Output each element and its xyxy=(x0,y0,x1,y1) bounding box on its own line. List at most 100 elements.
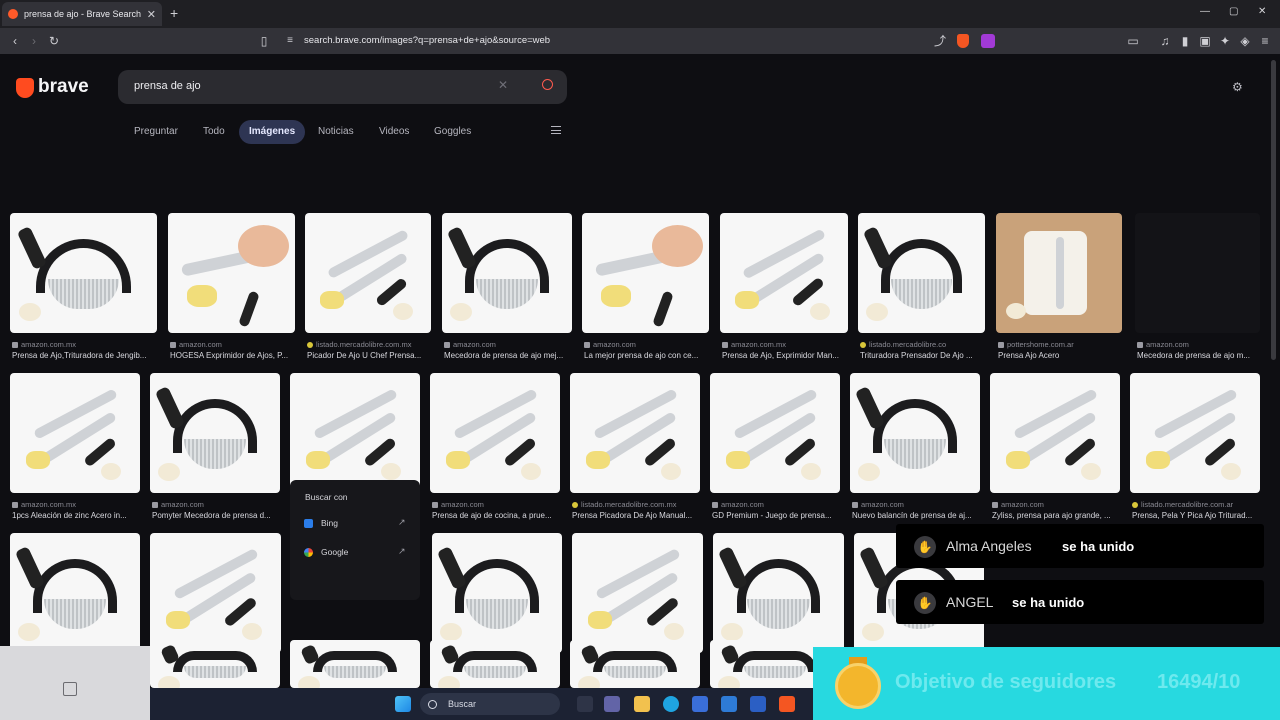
image-result[interactable]: amazon.com Mecedora de prensa de ajo mej.… xyxy=(442,213,572,363)
search-icon[interactable] xyxy=(542,79,553,90)
result-caption[interactable]: Pomyter Mecedora de prensa d... xyxy=(152,511,286,520)
tab-noticias[interactable]: Noticias xyxy=(318,120,354,144)
result-source[interactable]: listado.mercadolibre.com.mx xyxy=(307,340,411,349)
tab-imagenes[interactable]: Imágenes xyxy=(239,120,306,144)
result-thumbnail[interactable] xyxy=(432,533,562,653)
result-source[interactable]: amazon.com.mx xyxy=(12,500,76,509)
result-thumbnail[interactable] xyxy=(442,213,572,333)
result-caption[interactable]: 1pcs Aleación de zinc Acero in... xyxy=(12,511,146,520)
result-thumbnail[interactable] xyxy=(10,533,140,653)
result-source[interactable]: listado.mercadolibre.co xyxy=(860,340,946,349)
image-result[interactable]: listado.mercadolibre.com.mx Picador De Aj… xyxy=(305,213,431,363)
result-thumbnail[interactable] xyxy=(430,373,560,493)
image-result[interactable]: amazon.com GD Premium - Juego de prensa..… xyxy=(710,373,840,523)
brave-taskbar-icon[interactable] xyxy=(779,696,795,712)
result-thumbnail[interactable] xyxy=(1130,373,1260,493)
file-explorer-icon[interactable] xyxy=(634,696,650,712)
result-caption[interactable]: Zyliss, prensa para ajo grande, ... xyxy=(992,511,1126,520)
image-result[interactable]: amazon.com Nuevo balancín de prensa de aj… xyxy=(850,373,980,523)
new-tab-button[interactable]: + xyxy=(170,5,178,21)
result-thumbnail[interactable] xyxy=(290,640,420,688)
result-caption[interactable]: Prensa de ajo de cocina, a prue... xyxy=(432,511,566,520)
filter-icon[interactable] xyxy=(551,126,561,134)
result-thumbnail[interactable] xyxy=(430,640,560,688)
image-result[interactable]: listado.mercadolibre.com.ar Prensa, Pela … xyxy=(1130,373,1260,523)
result-source[interactable]: amazon.com xyxy=(1137,340,1189,349)
result-source[interactable]: listado.mercadolibre.com.mx xyxy=(572,500,676,509)
open-bing-icon[interactable]: ↗ xyxy=(398,517,406,528)
photos-icon[interactable] xyxy=(721,696,737,712)
media-icon[interactable]: ♫ xyxy=(1158,34,1172,48)
result-source[interactable]: amazon.com xyxy=(852,500,904,509)
result-caption[interactable]: Prensa Ajo Acero xyxy=(998,351,1128,360)
image-result[interactable]: amazon.com.mx Prensa de Ajo, Exprimidor M… xyxy=(720,213,848,363)
image-result[interactable]: amazon.com Prensa de ajo de cocina, a pru… xyxy=(430,373,560,523)
edge-icon[interactable] xyxy=(663,696,679,712)
bookmark-icon[interactable]: ▯ xyxy=(257,34,271,48)
url-field[interactable]: search.brave.com/images?q=prensa+de+ajo&… xyxy=(304,35,550,46)
result-thumbnail[interactable] xyxy=(582,213,709,333)
brave-shields-icon[interactable] xyxy=(957,34,969,48)
result-caption[interactable]: GD Premium - Juego de prensa... xyxy=(712,511,846,520)
result-thumbnail[interactable] xyxy=(720,213,848,333)
result-thumbnail[interactable] xyxy=(150,373,280,493)
result-thumbnail[interactable] xyxy=(710,373,840,493)
search-input[interactable]: prensa de ajo ✕ xyxy=(118,70,567,104)
result-thumbnail[interactable] xyxy=(570,373,700,493)
menu-icon[interactable]: ≡ xyxy=(1258,34,1272,48)
reload-icon[interactable]: ↻ xyxy=(47,34,61,48)
leo-icon[interactable]: ✦ xyxy=(1218,34,1232,48)
search-with-bing[interactable]: Bing xyxy=(304,518,338,529)
result-caption[interactable]: La mejor prensa de ajo con ce... xyxy=(584,351,715,360)
result-caption[interactable]: HOGESA Exprimidor de Ajos, P... xyxy=(170,351,301,360)
result-thumbnail[interactable] xyxy=(305,213,431,333)
result-thumbnail[interactable] xyxy=(990,373,1120,493)
result-source[interactable]: amazon.com.mx xyxy=(722,340,786,349)
wallet2-icon[interactable]: ▣ xyxy=(1198,34,1212,48)
close-window-button[interactable]: ✕ xyxy=(1258,6,1266,17)
result-caption[interactable]: Prensa de Ajo,Trituradora de Jengib... xyxy=(12,351,163,360)
image-result[interactable]: amazon.com.mx 1pcs Aleación de zinc Acero… xyxy=(10,373,140,523)
tab-todo[interactable]: Todo xyxy=(203,120,225,144)
result-thumbnail[interactable] xyxy=(1135,213,1260,333)
result-caption[interactable]: Trituradora Prensador De Ajo ... xyxy=(860,351,991,360)
brave-rewards-icon[interactable] xyxy=(981,34,995,48)
search-with-google[interactable]: Google xyxy=(304,547,348,558)
back-icon[interactable]: ‹ xyxy=(8,34,22,48)
minimize-button[interactable]: — xyxy=(1200,6,1210,17)
result-thumbnail[interactable] xyxy=(150,533,281,653)
windows-start-icon[interactable] xyxy=(395,696,411,712)
store-icon[interactable] xyxy=(692,696,708,712)
image-result[interactable]: pottershome.com.ar Prensa Ajo Acero xyxy=(996,213,1122,363)
result-source[interactable]: amazon.com xyxy=(432,500,484,509)
result-source[interactable]: pottershome.com.ar xyxy=(998,340,1074,349)
result-source[interactable]: listado.mercadolibre.com.ar xyxy=(1132,500,1233,509)
open-google-icon[interactable]: ↗ xyxy=(398,546,406,557)
result-thumbnail[interactable] xyxy=(996,213,1122,333)
teams-icon[interactable] xyxy=(604,696,620,712)
image-result[interactable]: amazon.com Mecedora de prensa de ajo m... xyxy=(1135,213,1260,363)
result-caption[interactable]: Mecedora de prensa de ajo mej... xyxy=(444,351,578,360)
site-settings-icon[interactable]: ≡ xyxy=(283,34,297,48)
sidebar-icon[interactable]: ▮ xyxy=(1178,34,1192,48)
result-source[interactable]: amazon.com xyxy=(444,340,496,349)
image-result[interactable]: listado.mercadolibre.com.mx Prensa Picado… xyxy=(570,373,700,523)
image-result[interactable]: amazon.com Zyliss, prensa para ajo grande… xyxy=(990,373,1120,523)
tab-videos[interactable]: Videos xyxy=(379,120,409,144)
result-source[interactable]: amazon.com.mx xyxy=(12,340,76,349)
share-icon[interactable]: ⤴ xyxy=(933,34,947,48)
result-thumbnail[interactable] xyxy=(290,373,420,493)
scrollbar[interactable] xyxy=(1271,60,1276,360)
result-caption[interactable]: Picador De Ajo U Chef Prensa... xyxy=(307,351,437,360)
taskbar-search[interactable]: Buscar xyxy=(420,693,560,715)
result-source[interactable]: amazon.com xyxy=(712,500,764,509)
result-source[interactable]: amazon.com xyxy=(992,500,1044,509)
wallet-icon[interactable]: ▭ xyxy=(1126,34,1140,48)
outlook-icon[interactable] xyxy=(750,696,766,712)
image-result[interactable]: amazon.com HOGESA Exprimidor de Ajos, P..… xyxy=(168,213,295,363)
result-thumbnail[interactable] xyxy=(570,640,700,688)
tab-preguntar[interactable]: Preguntar xyxy=(134,120,178,144)
result-source[interactable]: amazon.com xyxy=(170,340,222,349)
result-source[interactable]: amazon.com xyxy=(584,340,636,349)
task-view-icon[interactable] xyxy=(577,696,593,712)
